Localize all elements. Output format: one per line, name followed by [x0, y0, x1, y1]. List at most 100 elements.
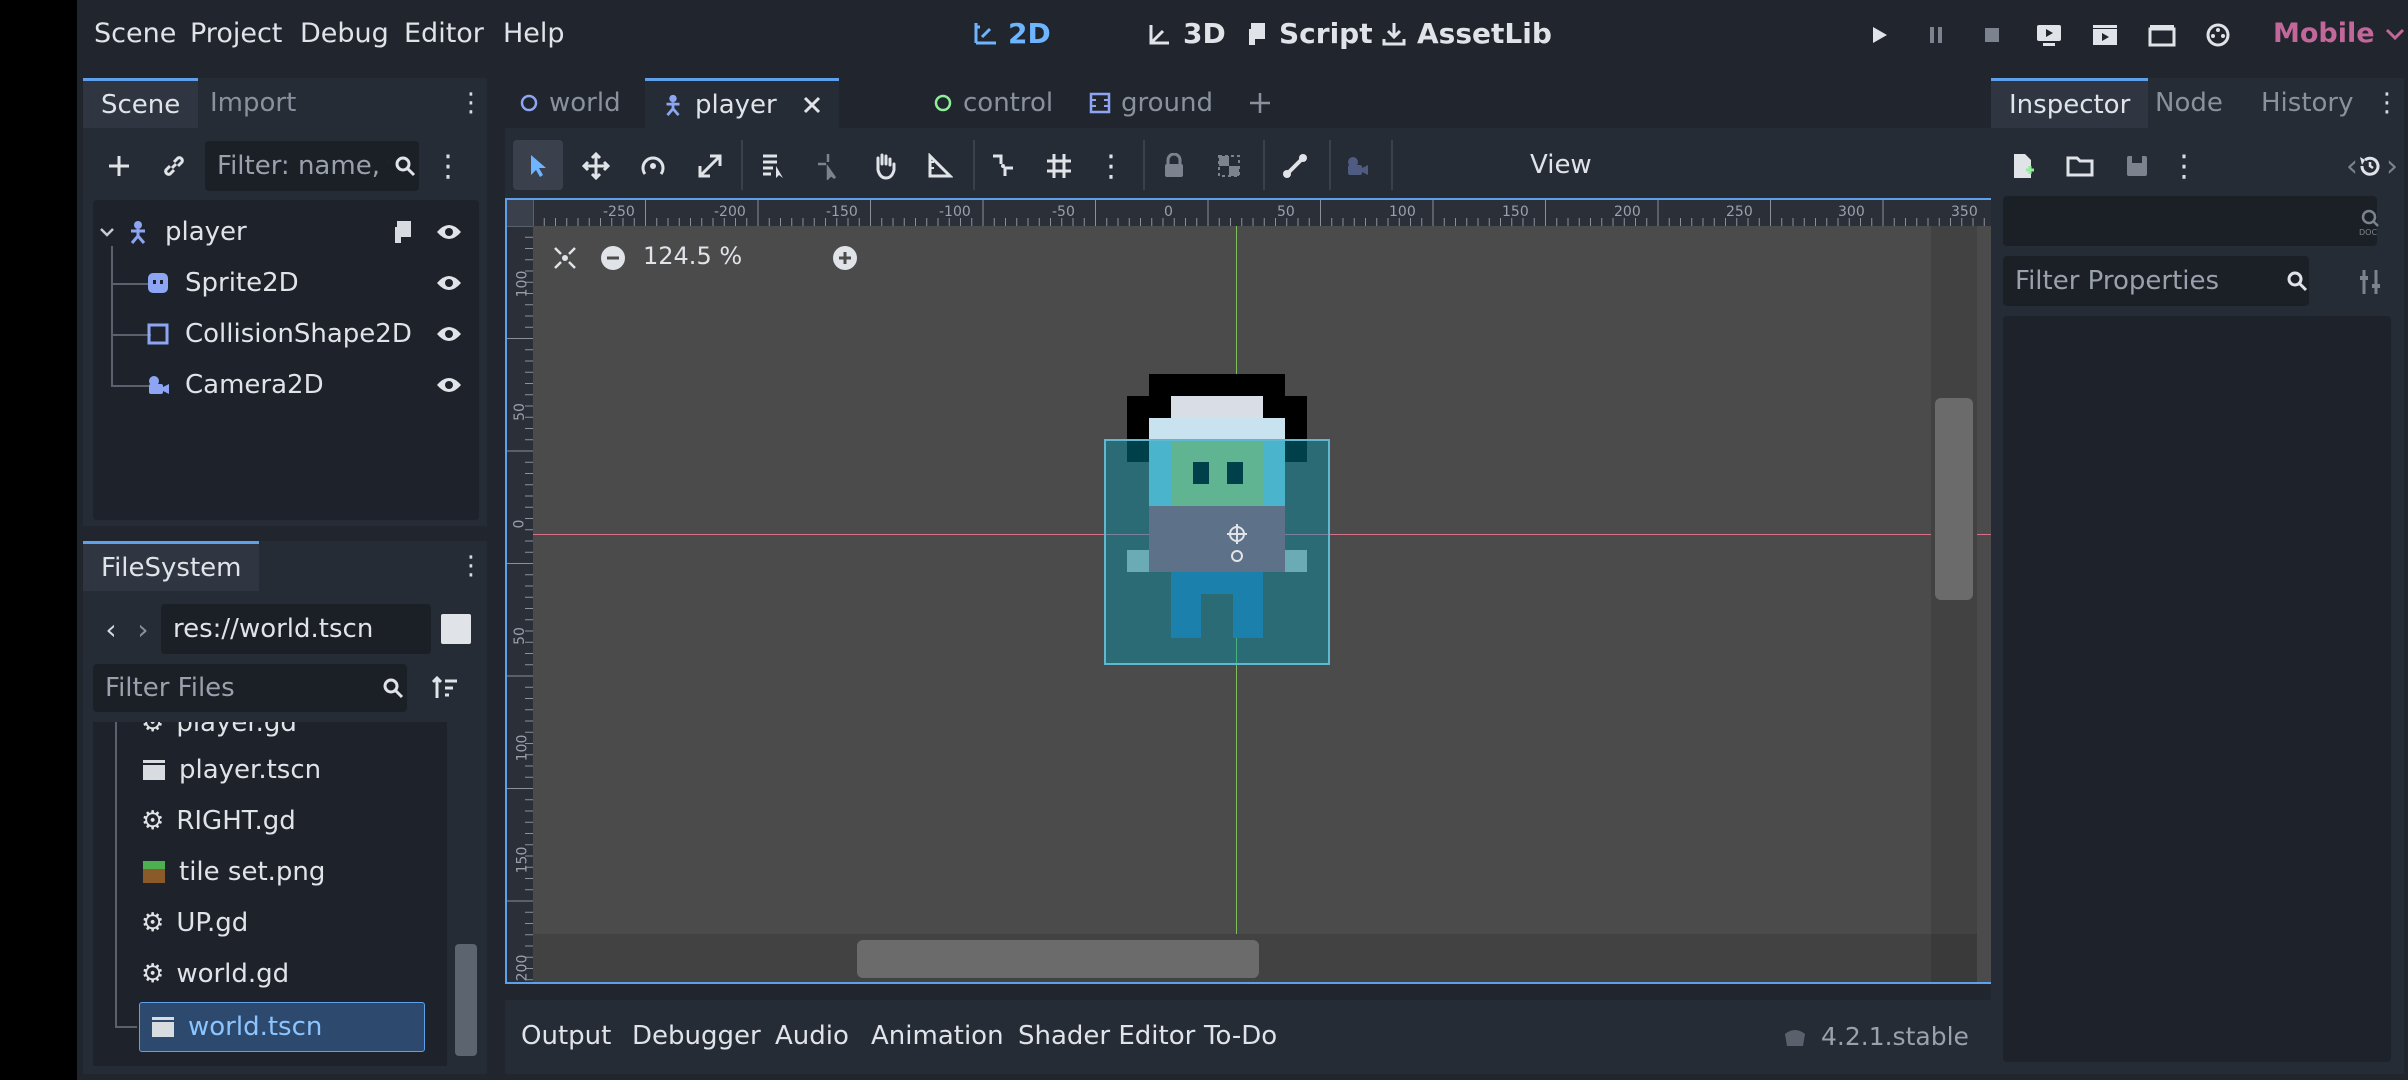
forward-button[interactable]: ›: [133, 612, 153, 646]
file-item-up-gd[interactable]: ⚙ UP.gd: [141, 906, 248, 940]
tab-inspector[interactable]: Inspector: [1991, 78, 2149, 128]
filesystem-menu-button[interactable]: ⋮: [458, 549, 484, 583]
grid-snap-button[interactable]: [1039, 146, 1079, 186]
pause-button[interactable]: [1919, 18, 1953, 52]
file-item-player-tscn[interactable]: player.tscn: [141, 753, 321, 787]
tree-node-player[interactable]: player: [99, 214, 479, 250]
toggle-split-mode-button[interactable]: [441, 614, 471, 644]
scene-tab-control[interactable]: control: [919, 78, 1067, 128]
stop-button[interactable]: [1975, 18, 2009, 52]
file-list-scrollbar[interactable]: [451, 722, 481, 1066]
scrollbar-thumb[interactable]: [455, 944, 477, 1056]
view-menu-button[interactable]: View: [1530, 150, 1592, 180]
object-history-button[interactable]: [2350, 146, 2390, 186]
bottom-tab-todo[interactable]: To-Do: [1204, 1021, 1277, 1051]
skeleton-button[interactable]: [1275, 146, 1315, 186]
scene-options-button[interactable]: ⋮: [433, 146, 463, 186]
tree-node-camera2d[interactable]: Camera2D: [145, 367, 425, 403]
tree-node-collisionshape2d[interactable]: CollisionShape2D: [145, 316, 425, 352]
visibility-toggle-sprite2d[interactable]: [433, 267, 465, 299]
tab-history[interactable]: History: [2243, 78, 2372, 128]
filter-properties-input[interactable]: Filter Properties: [2003, 256, 2309, 306]
bottom-tab-output[interactable]: Output: [521, 1021, 611, 1051]
collision-shape-rect[interactable]: [1104, 439, 1330, 665]
sort-button[interactable]: [425, 670, 465, 706]
new-resource-button[interactable]: [2003, 146, 2043, 186]
viewport-hscroll[interactable]: [533, 934, 1977, 982]
zoom-out-button[interactable]: [595, 240, 631, 276]
visibility-toggle-collisionshape2d[interactable]: [433, 318, 465, 350]
smart-snap-button[interactable]: [983, 146, 1023, 186]
open-script-button[interactable]: [387, 216, 419, 248]
tab-scene[interactable]: Scene: [83, 78, 199, 128]
load-resource-button[interactable]: [2060, 146, 2100, 186]
visibility-toggle-player[interactable]: [433, 216, 465, 248]
tab-filesystem[interactable]: FileSystem: [83, 541, 260, 591]
pivot-mode-button[interactable]: [810, 146, 850, 186]
open-docs-button[interactable]: DOC: [2350, 202, 2390, 242]
file-item-tile-set-png[interactable]: tile set.png: [141, 855, 325, 889]
file-item-world-tscn[interactable]: world.tscn: [139, 1002, 425, 1052]
play-scene-button[interactable]: [2088, 18, 2122, 52]
bottom-tab-animation[interactable]: Animation: [871, 1021, 1004, 1051]
menu-scene[interactable]: Scene: [94, 18, 176, 49]
inspector-tools-button[interactable]: [2350, 262, 2390, 302]
add-node-button[interactable]: [99, 146, 139, 186]
list-select-button[interactable]: [753, 146, 793, 186]
hscroll-thumb[interactable]: [857, 940, 1259, 978]
file-item-right-gd[interactable]: ⚙ RIGHT.gd: [141, 804, 296, 838]
zoom-in-button[interactable]: [827, 240, 863, 276]
ruler-mode-button[interactable]: [920, 146, 960, 186]
tab-node[interactable]: Node: [2137, 78, 2241, 128]
workspace-2d[interactable]: 2D: [972, 17, 1051, 50]
move-mode-button[interactable]: [576, 146, 616, 186]
play-button[interactable]: [1862, 18, 1896, 52]
viewport-vscroll[interactable]: [1931, 226, 1977, 960]
menu-debug[interactable]: Debug: [300, 18, 389, 49]
menu-project[interactable]: Project: [190, 18, 282, 49]
bottom-tab-audio[interactable]: Audio: [775, 1021, 849, 1051]
remote-debug-button[interactable]: [2032, 18, 2066, 52]
visibility-toggle-camera2d[interactable]: [433, 369, 465, 401]
workspace-assetlib[interactable]: AssetLib: [1381, 17, 1552, 50]
scale-mode-button[interactable]: [690, 146, 730, 186]
menu-editor[interactable]: Editor: [404, 18, 484, 49]
close-icon[interactable]: [801, 94, 823, 116]
bottom-tab-debugger[interactable]: Debugger: [632, 1021, 761, 1051]
canvas-viewport[interactable]: -250 -200 -150 -100 -50 0 50 100 150 200…: [505, 198, 2055, 984]
lock-button[interactable]: [1154, 146, 1194, 186]
inspector-menu-button[interactable]: ⋮: [2374, 86, 2400, 120]
play-custom-scene-button[interactable]: [2145, 18, 2179, 52]
tree-node-sprite2d[interactable]: Sprite2D: [145, 265, 425, 301]
scene-dock-menu-button[interactable]: ⋮: [458, 86, 484, 120]
scene-tab-world[interactable]: world: [505, 78, 635, 128]
instantiate-scene-button[interactable]: [154, 146, 194, 186]
center-view-button[interactable]: [547, 240, 583, 276]
select-mode-button[interactable]: [519, 146, 559, 186]
bottom-tab-shader-editor[interactable]: Shader Editor: [1018, 1021, 1195, 1051]
scene-tab-ground[interactable]: ground: [1075, 78, 1227, 128]
scene-filter-input[interactable]: Filter: name, t:: [205, 141, 419, 191]
resource-options-button[interactable]: ⋮: [2169, 146, 2199, 186]
rotate-mode-button[interactable]: [633, 146, 673, 186]
object-selector[interactable]: [2003, 196, 2377, 246]
movie-maker-button[interactable]: [2201, 18, 2235, 52]
renderer-selector[interactable]: Mobile: [2273, 18, 2405, 49]
back-button[interactable]: ‹: [101, 612, 121, 646]
path-field[interactable]: res://world.tscn: [161, 604, 431, 654]
group-button[interactable]: [1209, 146, 1249, 186]
tab-import[interactable]: Import: [192, 78, 314, 128]
workspace-3d[interactable]: 3D: [1147, 17, 1226, 50]
zoom-level[interactable]: 124.5 %: [643, 242, 742, 270]
add-scene-tab-button[interactable]: [1243, 86, 1277, 120]
scene-tab-player[interactable]: player: [645, 78, 839, 128]
menu-help[interactable]: Help: [503, 18, 565, 49]
snap-options-button[interactable]: ⋮: [1091, 146, 1131, 186]
camera-override-button[interactable]: [1337, 146, 1377, 186]
filter-files-input[interactable]: Filter Files: [93, 664, 407, 712]
file-item-player-gd[interactable]: ⚙ player.gd: [141, 722, 297, 740]
vscroll-thumb[interactable]: [1935, 398, 1973, 600]
file-item-world-gd[interactable]: ⚙ world.gd: [141, 957, 289, 991]
pan-mode-button[interactable]: [865, 146, 905, 186]
save-resource-button[interactable]: [2117, 146, 2157, 186]
